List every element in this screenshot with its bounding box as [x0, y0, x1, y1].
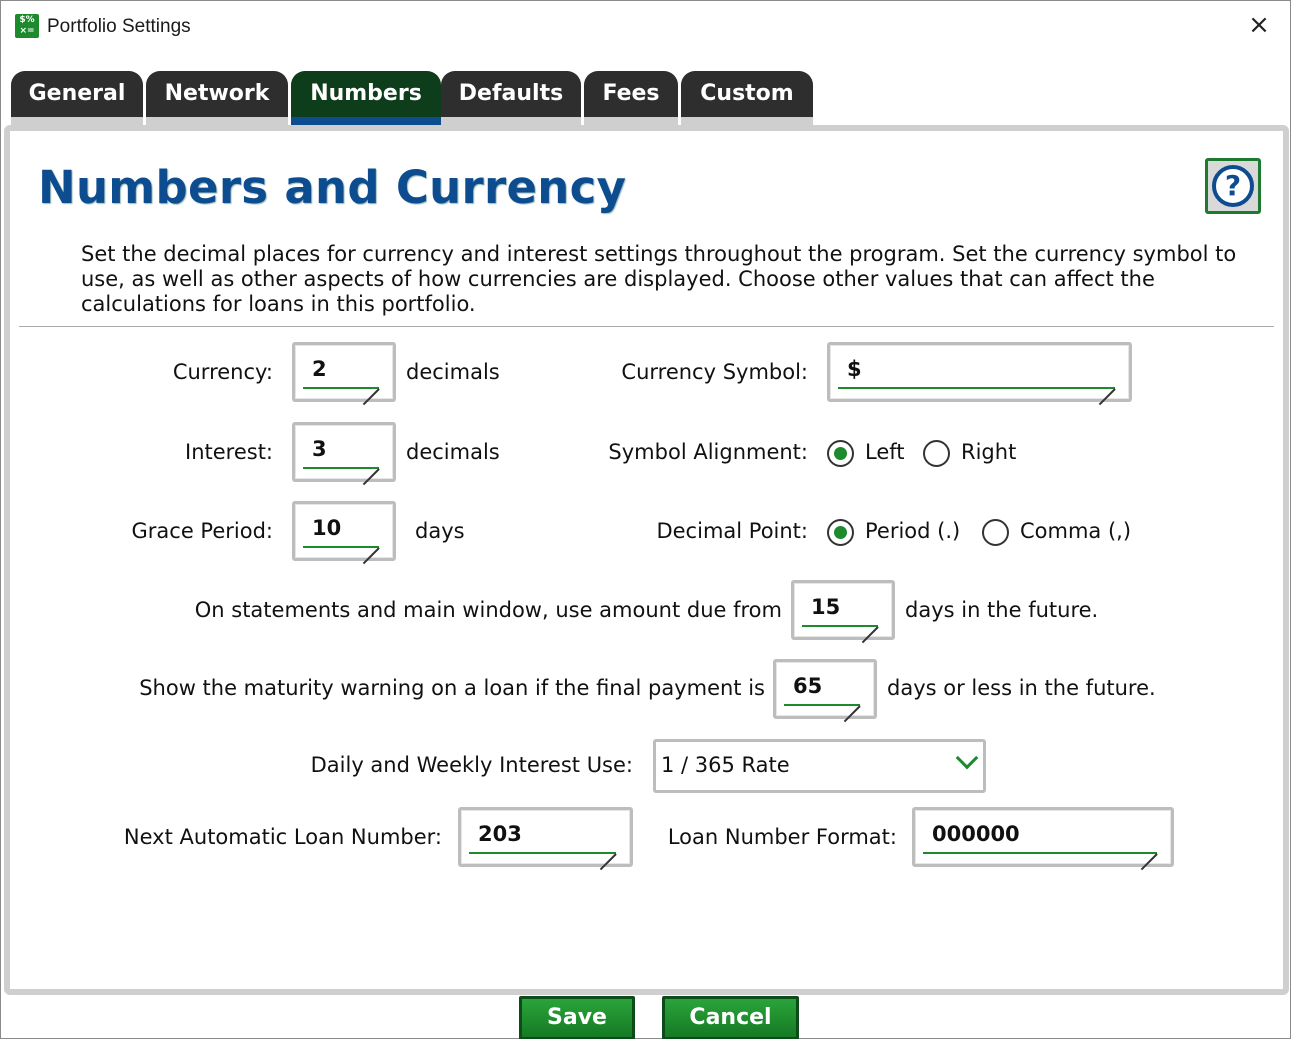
tab-general[interactable]: General	[11, 71, 143, 127]
decimal-period-radio[interactable]	[827, 519, 854, 546]
save-button[interactable]: Save	[519, 996, 635, 1039]
field-value: 000000	[932, 822, 1020, 846]
close-icon[interactable]: ×	[1246, 12, 1272, 39]
daily-weekly-interest-label: Daily and Weekly Interest Use:	[310, 753, 633, 777]
field-value: 15	[811, 595, 841, 619]
chevron-down-icon	[955, 746, 979, 770]
amount-due-label: On statements and main window, use amoun…	[194, 598, 782, 622]
grace-period-unit-label: days	[415, 519, 465, 543]
alignment-left-label: Left	[865, 440, 905, 464]
currency-symbol-input[interactable]: $	[827, 342, 1132, 406]
next-loan-number-input[interactable]: 203	[458, 807, 633, 871]
field-value: $	[847, 357, 862, 381]
maturity-warning-label: Show the maturity warning on a loan if t…	[139, 676, 765, 700]
grace-period-input[interactable]: 10	[292, 501, 396, 565]
symbol-alignment-label: Symbol Alignment:	[608, 440, 808, 464]
field-value: 203	[478, 822, 522, 846]
alignment-left-radio[interactable]	[827, 440, 854, 467]
interest-label: Interest:	[185, 440, 273, 464]
tab-label: General	[28, 81, 126, 106]
divider	[19, 326, 1274, 327]
grace-period-label: Grace Period:	[131, 519, 273, 543]
tab-network[interactable]: Network	[146, 71, 288, 127]
help-icon: ?	[1212, 165, 1254, 207]
page-title: Numbers and Currency	[38, 161, 627, 214]
loan-number-format-input[interactable]: 000000	[912, 807, 1174, 871]
maturity-warning-days-input[interactable]: 65	[773, 659, 877, 723]
amount-due-days-input[interactable]: 15	[791, 580, 895, 644]
interest-decimals-input[interactable]: 3	[292, 422, 396, 486]
tab-label: Network	[164, 81, 270, 106]
tab-custom[interactable]: Custom	[681, 71, 813, 127]
currency-decimals-input[interactable]: 2	[292, 342, 396, 406]
alignment-right-radio[interactable]	[923, 440, 950, 467]
field-value: 2	[312, 357, 327, 381]
decimal-point-label: Decimal Point:	[656, 519, 808, 543]
currency-symbol-label: Currency Symbol:	[621, 360, 808, 384]
currency-unit-label: decimals	[406, 360, 500, 384]
select-value: 1 / 365 Rate	[661, 753, 790, 777]
help-button[interactable]: ?	[1205, 158, 1261, 214]
tab-numbers[interactable]: Numbers	[291, 71, 441, 127]
description-text: Set the decimal places for currency and …	[81, 242, 1237, 316]
window-title: Portfolio Settings	[47, 16, 191, 37]
currency-label: Currency:	[172, 360, 273, 384]
decimal-comma-label: Comma (,)	[1020, 519, 1132, 543]
loan-number-format-label: Loan Number Format:	[667, 825, 897, 849]
field-value: 3	[312, 437, 327, 461]
next-loan-number-label: Next Automatic Loan Number:	[123, 825, 442, 849]
tab-label: Defaults	[458, 81, 564, 106]
interest-unit-label: decimals	[406, 440, 500, 464]
amount-due-suffix: days in the future.	[905, 598, 1099, 622]
tab-defaults[interactable]: Defaults	[441, 71, 581, 127]
alignment-right-label: Right	[961, 440, 1017, 464]
maturity-warning-suffix: days or less in the future.	[887, 676, 1156, 700]
tab-label: Numbers	[310, 81, 422, 106]
tab-fees[interactable]: Fees	[584, 71, 678, 127]
decimal-period-label: Period (.)	[865, 519, 961, 543]
tab-label: Fees	[602, 81, 660, 106]
daily-weekly-interest-select[interactable]: 1 / 365 Rate	[653, 739, 986, 793]
portfolio-settings-window: $% ×= Portfolio Settings × General Networ…	[0, 0, 1291, 1039]
field-value: 65	[793, 674, 823, 698]
field-value: 10	[312, 516, 342, 540]
decimal-comma-radio[interactable]	[982, 519, 1009, 546]
title-bar: $% ×= Portfolio Settings ×	[1, 1, 1290, 57]
tab-label: Custom	[700, 81, 794, 106]
cancel-button[interactable]: Cancel	[662, 996, 799, 1039]
app-icon: $% ×=	[15, 14, 39, 38]
